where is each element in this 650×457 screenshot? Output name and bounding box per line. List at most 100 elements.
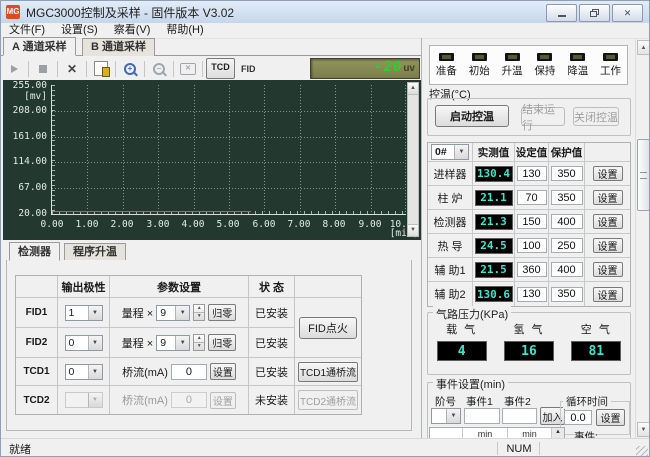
tab-channel-b[interactable]: B 通道采样	[82, 38, 155, 56]
stop-button[interactable]	[32, 59, 54, 79]
event1-input[interactable]	[464, 408, 500, 424]
status-separator	[539, 442, 540, 455]
chevron-down-icon[interactable]: ▼	[88, 306, 102, 320]
signal-value: -20	[373, 59, 403, 76]
inject-button[interactable]	[90, 59, 112, 79]
play-button[interactable]	[3, 59, 25, 79]
tab-temp-program[interactable]: 程序升温	[64, 243, 126, 261]
tcd1-polarity-combo[interactable]: 0▼	[65, 364, 103, 380]
scroll-up-icon[interactable]: ▲	[408, 83, 418, 95]
menu-view[interactable]: 察看(V)	[106, 23, 159, 38]
fid2-range-spinner[interactable]: ▲▼	[193, 334, 205, 351]
injector-set-input[interactable]	[517, 166, 547, 181]
spinner-down-icon[interactable]: ▼	[194, 313, 204, 320]
aux1-set-input[interactable]	[517, 262, 547, 277]
hydrogen-lcd: 16	[504, 341, 554, 361]
chevron-down-icon[interactable]: ▼	[88, 336, 102, 350]
tcd-set-button[interactable]: 设置	[593, 238, 623, 253]
resize-grip[interactable]	[636, 446, 648, 457]
oven-set-button[interactable]: 设置	[593, 190, 623, 205]
thumb-grip-icon	[640, 172, 647, 179]
detector-set-button[interactable]: 设置	[593, 214, 623, 229]
chevron-down-icon[interactable]: ▼	[446, 409, 460, 423]
zoom-out-button[interactable]: −	[148, 59, 170, 79]
fid-ignite-button[interactable]: FID点火	[299, 317, 357, 339]
fid2-polarity-combo[interactable]: 0▼	[65, 335, 103, 351]
tab-detector[interactable]: 检测器	[9, 242, 60, 261]
hydrogen-gauge: 氢 气 16	[504, 321, 554, 361]
scroll-up-icon[interactable]: ▲	[637, 40, 650, 55]
zone-label: 检测器	[428, 210, 473, 234]
col-status: 状 态	[249, 276, 295, 298]
aux1-protect-input[interactable]	[551, 262, 583, 277]
tcd1-bridge-on-button[interactable]: TCD1通桥流	[298, 362, 358, 382]
reset-view-button[interactable]: ✕	[177, 59, 199, 79]
chevron-down-icon[interactable]: ▼	[88, 365, 102, 379]
col-output-polarity: 输出极性	[58, 276, 110, 298]
chevron-down-icon[interactable]: ▼	[175, 306, 189, 320]
chevron-down-icon[interactable]: ▼	[175, 336, 189, 350]
tcd1-bridge-input[interactable]	[171, 364, 207, 380]
reset-view-icon: ✕	[180, 63, 196, 75]
tab-channel-a[interactable]: A 通道采样	[3, 37, 76, 56]
fid1-polarity-combo[interactable]: 1▼	[65, 305, 103, 321]
scroll-down-icon[interactable]: ▼	[637, 422, 650, 437]
aux2-set-button[interactable]: 设置	[593, 287, 623, 302]
minimize-button[interactable]	[546, 4, 577, 22]
tcd-protect-input[interactable]	[551, 238, 583, 253]
zone-selector-combo[interactable]: 0#▼	[431, 144, 469, 160]
aux1-actual-lcd: 21.5	[475, 262, 513, 278]
delete-icon: ✕	[67, 62, 77, 76]
x-tick-label: 5.00	[211, 219, 245, 230]
cycle-time-input[interactable]	[564, 410, 592, 425]
fid1-zero-button[interactable]: 归零	[208, 304, 236, 321]
cycle-time-set-button[interactable]: 设置	[596, 409, 625, 426]
restore-button[interactable]	[579, 4, 610, 22]
fid2-range-combo[interactable]: 9▼	[156, 335, 190, 351]
fid-toggle-button[interactable]: FID	[235, 64, 262, 74]
injector-set-button[interactable]: 设置	[593, 166, 623, 181]
detector-protect-input[interactable]	[551, 214, 583, 229]
detector-set-input[interactable]	[517, 214, 547, 229]
x-tick-label: 3.00	[141, 219, 175, 230]
spinner-up-icon[interactable]: ▲	[194, 335, 204, 343]
title-bar[interactable]: MG MGC3000控制及采样 - 固件版本 V3.02 ✕	[1, 1, 649, 24]
tcd-set-input[interactable]	[517, 238, 547, 253]
injector-protect-input[interactable]	[551, 166, 583, 181]
chromatogram-chart[interactable]: 255.00 [mv] 208.00 161.00 114.00 67.00 2…	[3, 80, 421, 240]
right-pane-scrollbar[interactable]: ▲ ▼	[635, 39, 650, 438]
scroll-down-icon[interactable]: ▼	[408, 224, 418, 236]
y-tick-label: 114.00	[5, 156, 47, 167]
aux2-protect-input[interactable]	[551, 287, 583, 302]
aux1-set-button[interactable]: 设置	[593, 262, 623, 277]
tcd-actual-lcd: 24.5	[475, 238, 513, 254]
aux2-set-input[interactable]	[517, 287, 547, 302]
fid2-zero-button[interactable]: 归零	[208, 334, 236, 351]
start-temp-control-button[interactable]: 启动控温	[435, 105, 509, 127]
led-indicator	[439, 53, 454, 61]
oven-protect-input[interactable]	[551, 190, 583, 205]
col-actual: 实测值	[473, 143, 515, 162]
close-button[interactable]: ✕	[612, 4, 643, 22]
zoom-in-button[interactable]: +	[119, 59, 141, 79]
delete-button[interactable]: ✕	[61, 59, 83, 79]
step-combo[interactable]: ▼	[431, 408, 461, 424]
fid1-range-spinner[interactable]: ▲▼	[193, 304, 205, 321]
air-gauge: 空 气 81	[571, 321, 621, 361]
spinner-down-icon[interactable]: ▼	[194, 343, 204, 350]
chart-scrollbar[interactable]: ▲ ▼	[407, 82, 419, 237]
event2-input[interactable]	[502, 408, 537, 424]
chevron-down-icon[interactable]: ▼	[454, 145, 468, 159]
spinner-up-icon[interactable]: ▲	[194, 305, 204, 313]
y-tick-label: 208.00	[5, 105, 47, 116]
carrier-gas-lcd: 4	[437, 341, 487, 361]
menu-file[interactable]: 文件(F)	[1, 23, 53, 38]
tcd-toggle-button[interactable]: TCD	[206, 58, 235, 79]
scrollbar-thumb[interactable]	[637, 139, 650, 211]
menu-settings[interactable]: 设置(S)	[53, 23, 106, 38]
fid1-range-combo[interactable]: 9▼	[156, 305, 190, 321]
oven-set-input[interactable]	[517, 190, 547, 205]
tcd1-set-button[interactable]: 设置	[210, 363, 236, 380]
menu-help[interactable]: 帮助(H)	[158, 23, 211, 38]
led-indicator	[472, 53, 487, 61]
